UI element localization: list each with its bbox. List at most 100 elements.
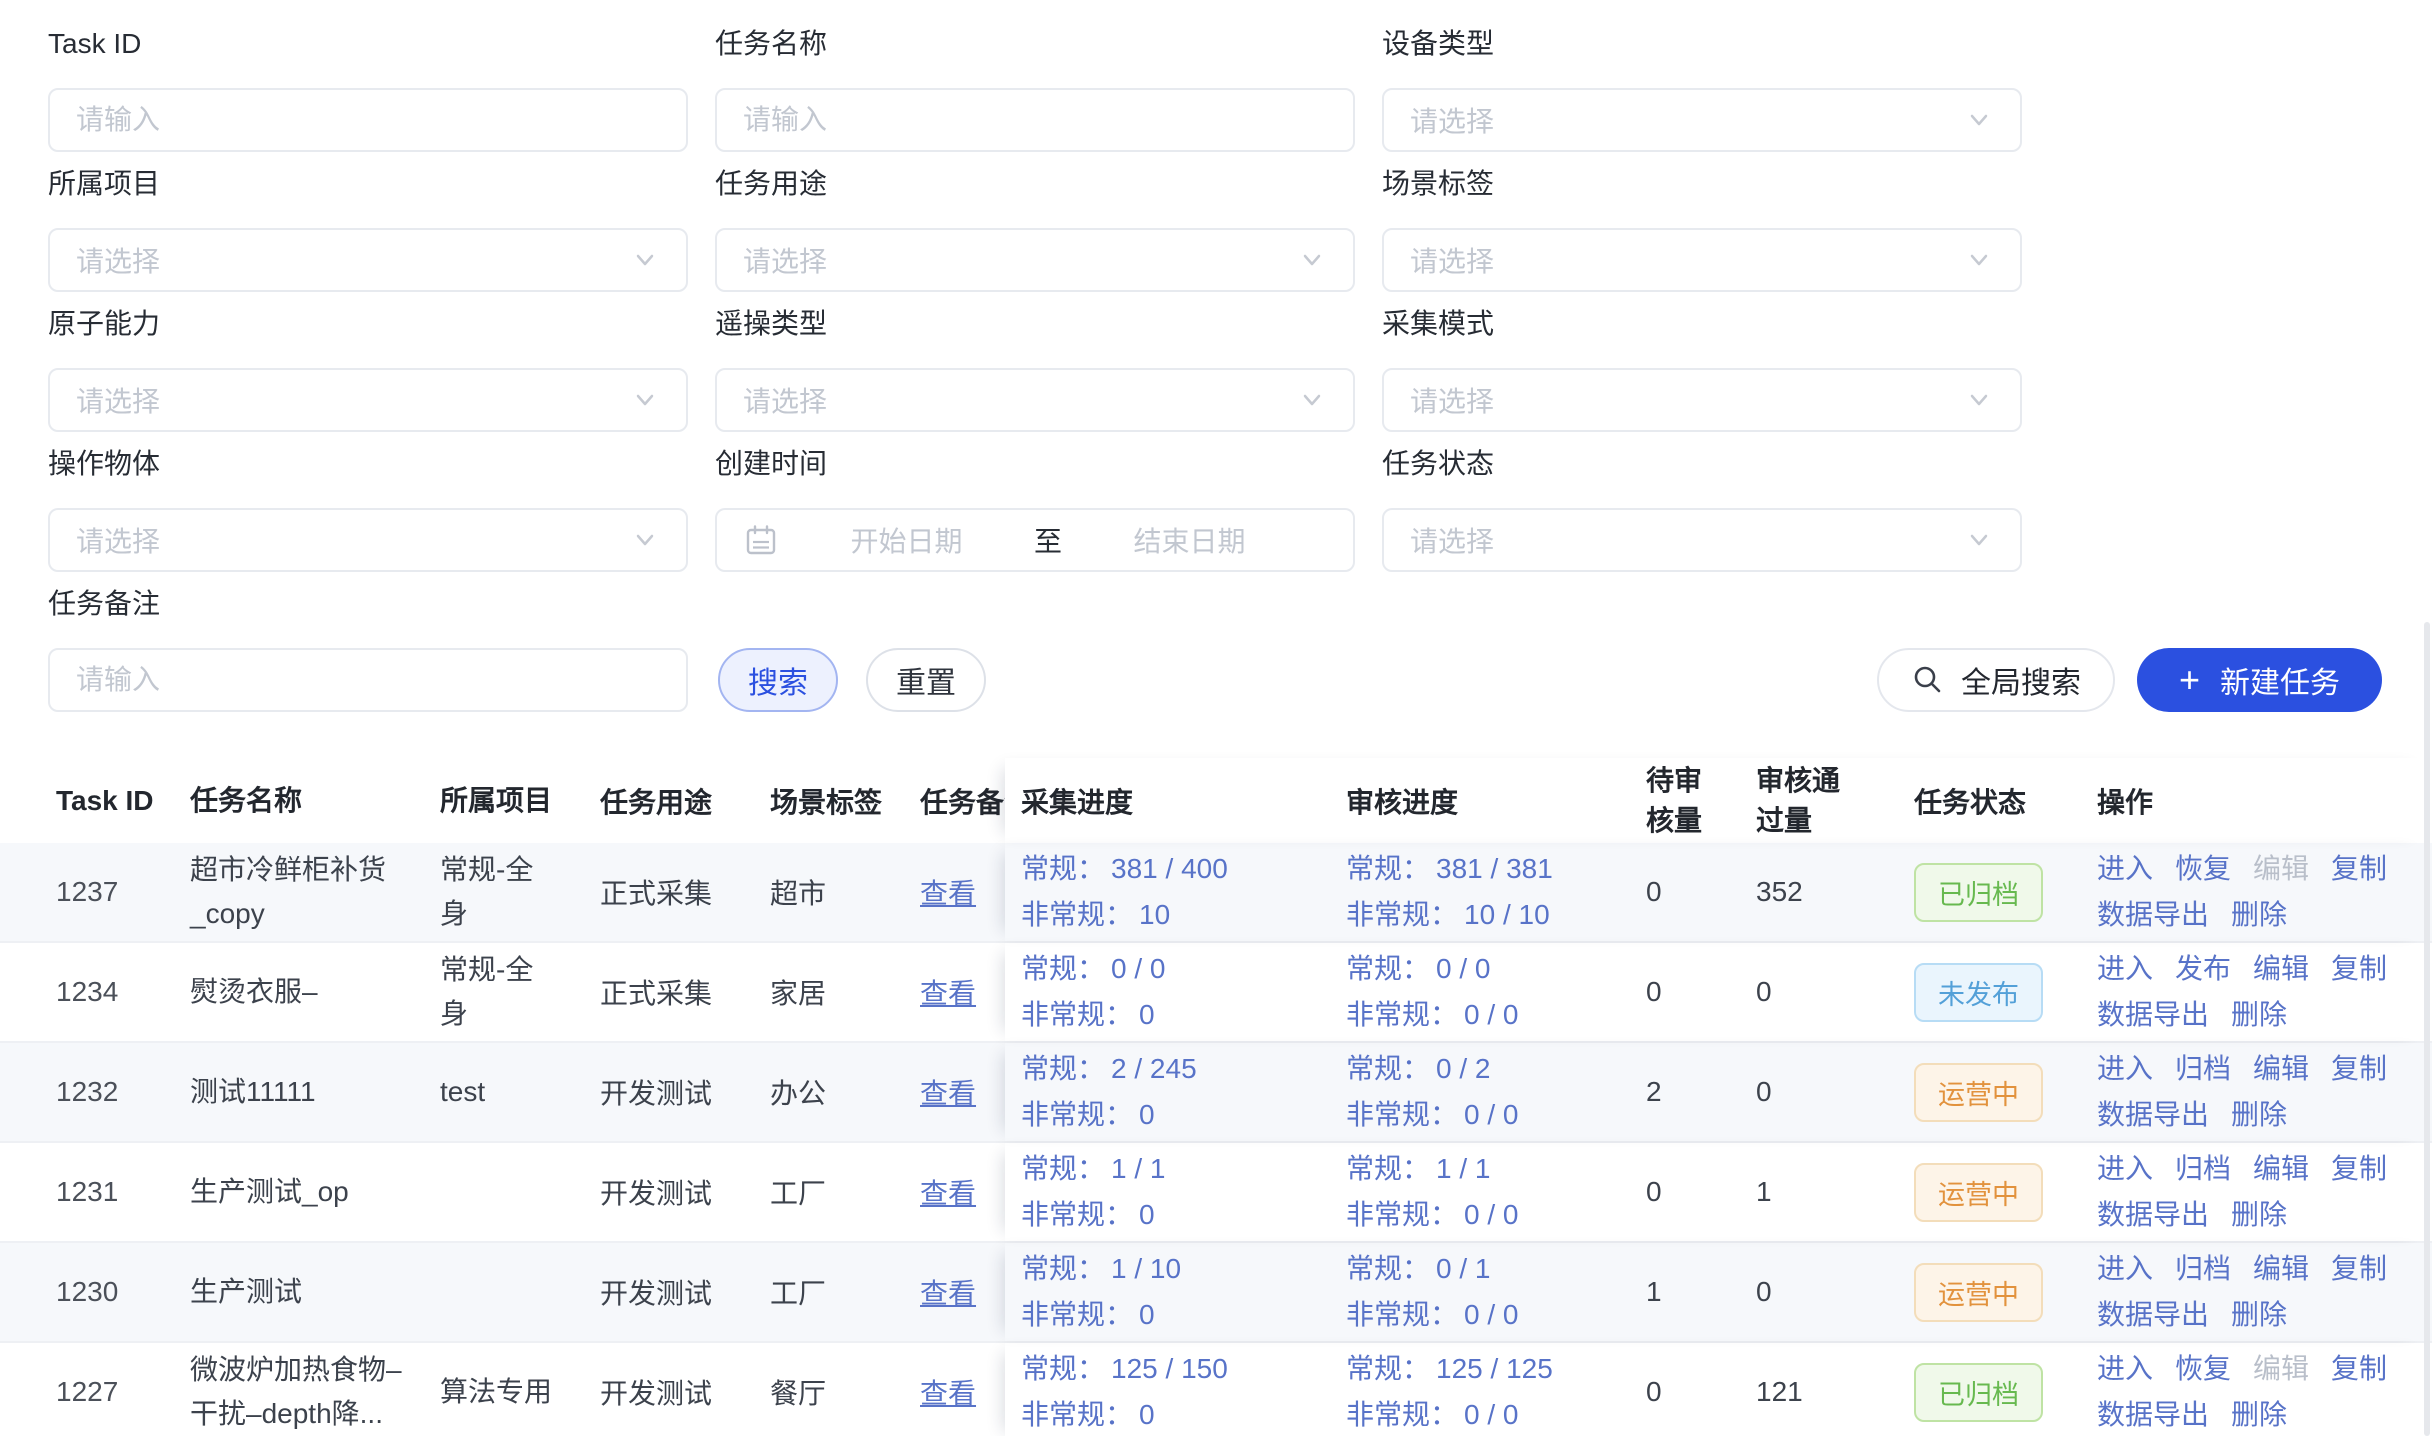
cell-task-name: 生产测试 (190, 1270, 440, 1314)
regular-label: 常规： (1346, 1153, 1430, 1184)
actions-line-2: 数据导出删除 (2097, 992, 2388, 1038)
actions-line-2: 数据导出删除 (2097, 892, 2388, 938)
cell-purpose: 正式采集 (600, 872, 770, 912)
action-link[interactable]: 复制 (2331, 1346, 2387, 1392)
select-placeholder: 请选择 (743, 380, 1297, 420)
device-type-select[interactable]: 请选择 (1382, 88, 2022, 152)
action-link[interactable]: 编辑 (2253, 1246, 2309, 1292)
task-remark-input[interactable] (48, 648, 688, 712)
action-link[interactable]: 删除 (2231, 1092, 2287, 1138)
irregular-label: 非常规： (1021, 1299, 1133, 1330)
regular-label: 常规： (1346, 853, 1430, 884)
action-link[interactable]: 编辑 (2253, 946, 2309, 992)
action-link[interactable]: 编辑 (2253, 1046, 2309, 1092)
atomic-ability-select[interactable]: 请选择 (48, 368, 688, 432)
action-link[interactable]: 删除 (2231, 1192, 2287, 1238)
action-link[interactable]: 恢复 (2175, 846, 2231, 892)
action-link[interactable]: 数据导出 (2097, 1392, 2209, 1436)
view-remark-link[interactable]: 查看 (920, 978, 976, 1009)
action-link[interactable]: 发布 (2175, 946, 2231, 992)
action-link[interactable]: 数据导出 (2097, 1292, 2209, 1338)
collect-mode-select[interactable]: 请选择 (1382, 368, 2022, 432)
action-link[interactable]: 编辑 (2253, 1146, 2309, 1192)
header-project: 所属项目 (440, 779, 600, 823)
action-link[interactable]: 恢复 (2175, 1346, 2231, 1392)
chevron-down-icon (630, 525, 660, 555)
action-link[interactable]: 复制 (2331, 846, 2387, 892)
action-link[interactable]: 进入 (2097, 846, 2153, 892)
task-name-input[interactable] (715, 88, 1355, 152)
action-link[interactable]: 删除 (2231, 1392, 2287, 1436)
action-link[interactable]: 数据导出 (2097, 1192, 2209, 1238)
action-link[interactable]: 复制 (2331, 1046, 2387, 1092)
actions-line-1: 进入恢复编辑复制 (2097, 846, 2388, 892)
cell-actions: 进入恢复编辑复制 数据导出删除 (2085, 1346, 2432, 1436)
scene-tag-select[interactable]: 请选择 (1382, 228, 2022, 292)
view-remark-link[interactable]: 查看 (920, 1378, 976, 1409)
filter-label: 任务名称 (715, 24, 1355, 64)
header-review-progress: 审核进度 (1330, 781, 1640, 821)
actions-line-2: 数据导出删除 (2097, 1292, 2388, 1338)
chevron-down-icon (630, 245, 660, 275)
action-link[interactable]: 进入 (2097, 1146, 2153, 1192)
status-badge: 未发布 (1914, 963, 2043, 1022)
reset-button[interactable]: 重置 (866, 648, 986, 712)
filter-field-task-name: 任务名称 (715, 24, 1355, 152)
cell-actions: 进入发布编辑复制 数据导出删除 (2085, 946, 2432, 1038)
cell-task-name: 微波炉加热食物–干扰–depth降... (190, 1348, 440, 1436)
action-link[interactable]: 数据导出 (2097, 1092, 2209, 1138)
action-link[interactable]: 删除 (2231, 992, 2287, 1038)
action-link[interactable]: 进入 (2097, 1346, 2153, 1392)
search-button[interactable]: 搜索 (718, 648, 838, 712)
action-link[interactable]: 进入 (2097, 946, 2153, 992)
cell-task-name: 熨烫衣服– (190, 970, 440, 1014)
filter-label: 原子能力 (48, 304, 688, 344)
action-link[interactable]: 归档 (2175, 1246, 2231, 1292)
action-link[interactable]: 数据导出 (2097, 992, 2209, 1038)
action-link[interactable]: 复制 (2331, 1146, 2387, 1192)
actions-line-1: 进入归档编辑复制 (2097, 1046, 2388, 1092)
cell-collect-progress: 常规：2 / 245 非常规：0 (1005, 1046, 1330, 1138)
task-id-input[interactable] (48, 88, 688, 152)
cell-actions: 进入恢复编辑复制 数据导出删除 (2085, 846, 2432, 938)
action-link[interactable]: 归档 (2175, 1146, 2231, 1192)
action-link[interactable]: 进入 (2097, 1046, 2153, 1092)
header-actions: 操作 (2085, 781, 2432, 821)
action-link[interactable]: 删除 (2231, 892, 2287, 938)
regular-label: 常规： (1021, 1153, 1105, 1184)
cell-scene: 家居 (770, 972, 920, 1012)
new-task-button[interactable]: + 新建任务 (2137, 648, 2382, 712)
view-remark-link[interactable]: 查看 (920, 1278, 976, 1309)
purpose-select[interactable]: 请选择 (715, 228, 1355, 292)
view-remark-link[interactable]: 查看 (920, 878, 976, 909)
cell-task-id: 1232 (0, 1076, 190, 1108)
action-link[interactable]: 数据导出 (2097, 892, 2209, 938)
view-remark-link[interactable]: 查看 (920, 1178, 976, 1209)
regular-label: 常规： (1021, 1353, 1105, 1384)
create-time-range-picker[interactable]: 开始日期 至 结束日期 (715, 508, 1355, 572)
cell-actions: 进入归档编辑复制 数据导出删除 (2085, 1246, 2432, 1338)
cell-project: test (440, 1070, 600, 1114)
filter-field-device-type: 设备类型 请选择 (1382, 24, 2022, 152)
filter-label: 操作物体 (48, 444, 688, 484)
cell-purpose: 开发测试 (600, 1272, 770, 1312)
actions-line-1: 进入归档编辑复制 (2097, 1146, 2388, 1192)
project-select[interactable]: 请选择 (48, 228, 688, 292)
teleop-type-select[interactable]: 请选择 (715, 368, 1355, 432)
operate-object-select[interactable]: 请选择 (48, 508, 688, 572)
scrollbar[interactable] (2424, 622, 2430, 1436)
view-remark-link[interactable]: 查看 (920, 1078, 976, 1109)
action-link[interactable]: 复制 (2331, 946, 2387, 992)
action-link[interactable]: 复制 (2331, 1246, 2387, 1292)
regular-label: 常规： (1021, 853, 1105, 884)
calendar-icon (743, 522, 779, 558)
filter-field-collect-mode: 采集模式 请选择 (1382, 304, 2022, 432)
toolbar: 搜索 重置 全局搜索 + 新建任务 (48, 648, 2382, 712)
actions-line-1: 进入发布编辑复制 (2097, 946, 2388, 992)
task-status-select[interactable]: 请选择 (1382, 508, 2022, 572)
action-link[interactable]: 归档 (2175, 1046, 2231, 1092)
action-link[interactable]: 进入 (2097, 1246, 2153, 1292)
chevron-down-icon (1964, 105, 1994, 135)
global-search-button[interactable]: 全局搜索 (1877, 648, 2115, 712)
action-link[interactable]: 删除 (2231, 1292, 2287, 1338)
